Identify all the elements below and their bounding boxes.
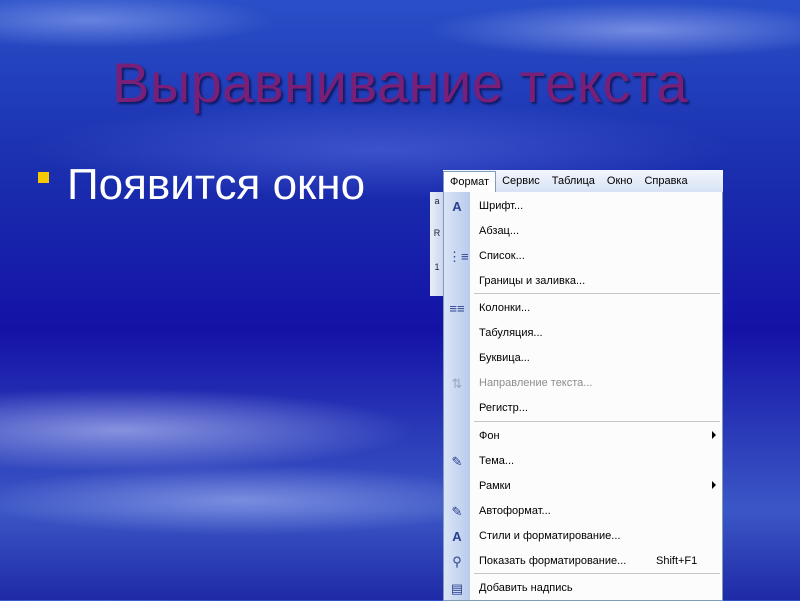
menubar-help[interactable]: Справка — [638, 171, 693, 191]
menu-item-label: Тема... — [479, 455, 515, 467]
menu-item-theme[interactable]: ✎ Тема... — [444, 449, 722, 474]
menu-item-label: Направление текста... — [479, 377, 593, 389]
menubar-table[interactable]: Таблица — [546, 171, 601, 191]
reveal-formatting-icon: ⚲ — [452, 554, 462, 569]
menu-item-label: Добавить надпись — [479, 582, 573, 594]
menu-item-autoformat[interactable]: ✎ Автоформат... — [444, 499, 722, 524]
menu-item-background[interactable]: Фон — [444, 424, 722, 449]
bullet-row: Появится окно — [38, 160, 365, 210]
format-dropdown-menu: A Шрифт... Абзац... ⋮≡ Список... Границы… — [443, 192, 723, 601]
menu-item-tabs[interactable]: Табуляция... — [444, 321, 722, 346]
toolbar-glyph-a[interactable]: a — [431, 196, 443, 208]
menu-item-label: Регистр... — [479, 402, 528, 414]
menu-item-shortcut: Shift+F1 — [656, 555, 698, 567]
menu-item-label: Абзац... — [479, 225, 520, 237]
menu-item-label: Показать форматирование... — [479, 555, 627, 567]
menu-item-reveal-formatting[interactable]: ⚲ Показать форматирование... Shift+F1 — [444, 549, 722, 574]
menu-item-label: Табуляция... — [479, 327, 543, 339]
menu-item-font[interactable]: A Шрифт... — [444, 194, 722, 219]
bullet-text: Появится окно — [67, 160, 366, 209]
menu-separator — [474, 293, 720, 294]
menubar-format[interactable]: Формат — [443, 170, 497, 193]
menu-item-paragraph[interactable]: Абзац... — [444, 219, 722, 244]
submenu-arrow-icon — [712, 481, 716, 489]
toolbar-glyph-b[interactable]: R — [431, 228, 443, 240]
menu-separator — [474, 421, 720, 422]
menubar-service[interactable]: Сервис — [496, 171, 546, 191]
menu-item-label: Шрифт... — [479, 200, 524, 212]
menu-item-dropcap[interactable]: Буквица... — [444, 346, 722, 371]
slide-title: Выравнивание текста — [112, 51, 688, 114]
font-A-icon: A — [452, 199, 462, 214]
menu-item-label: Границы и заливка... — [479, 275, 586, 287]
menu-item-label: Буквица... — [479, 352, 530, 364]
menu-item-styles-formatting[interactable]: A Стили и форматирование... — [444, 524, 722, 549]
bullet-marker — [38, 171, 49, 183]
autoformat-icon: ✎ — [451, 504, 463, 519]
menu-item-label: Автоформат... — [479, 505, 551, 517]
menu-item-list[interactable]: ⋮≡ Список... — [444, 244, 722, 269]
menu-item-insert-textbox[interactable]: ▤ Добавить надпись — [444, 576, 722, 600]
list-icon: ⋮≡ — [448, 249, 469, 264]
submenu-arrow-icon — [712, 431, 716, 439]
theme-icon: ✎ — [451, 454, 463, 469]
menu-item-label: Колонки... — [479, 302, 531, 314]
menu-item-label: Список... — [479, 250, 525, 262]
toolbar-glyph-c[interactable]: 1 — [431, 262, 443, 274]
menu-separator — [474, 573, 720, 574]
menu-item-label: Стили и форматирование... — [479, 530, 621, 542]
menu-item-label: Рамки — [479, 480, 511, 492]
menu-item-change-case[interactable]: Регистр... — [444, 396, 722, 421]
columns-icon: ≡≡ — [449, 301, 465, 316]
textbox-icon: ▤ — [450, 581, 464, 596]
menu-bar: Формат Сервис Таблица Окно Справка — [443, 170, 723, 193]
styles-icon: A — [452, 529, 462, 544]
menu-item-frames[interactable]: Рамки — [444, 474, 722, 499]
menubar-window[interactable]: Окно — [601, 171, 639, 191]
menu-item-text-direction: ⇅ Направление текста... — [444, 371, 722, 396]
menu-item-label: Фон — [479, 430, 500, 442]
menu-item-columns[interactable]: ≡≡ Колонки... — [444, 296, 722, 321]
menu-item-borders-shading[interactable]: Границы и заливка... — [444, 269, 722, 294]
text-direction-icon: ⇅ — [451, 376, 463, 391]
